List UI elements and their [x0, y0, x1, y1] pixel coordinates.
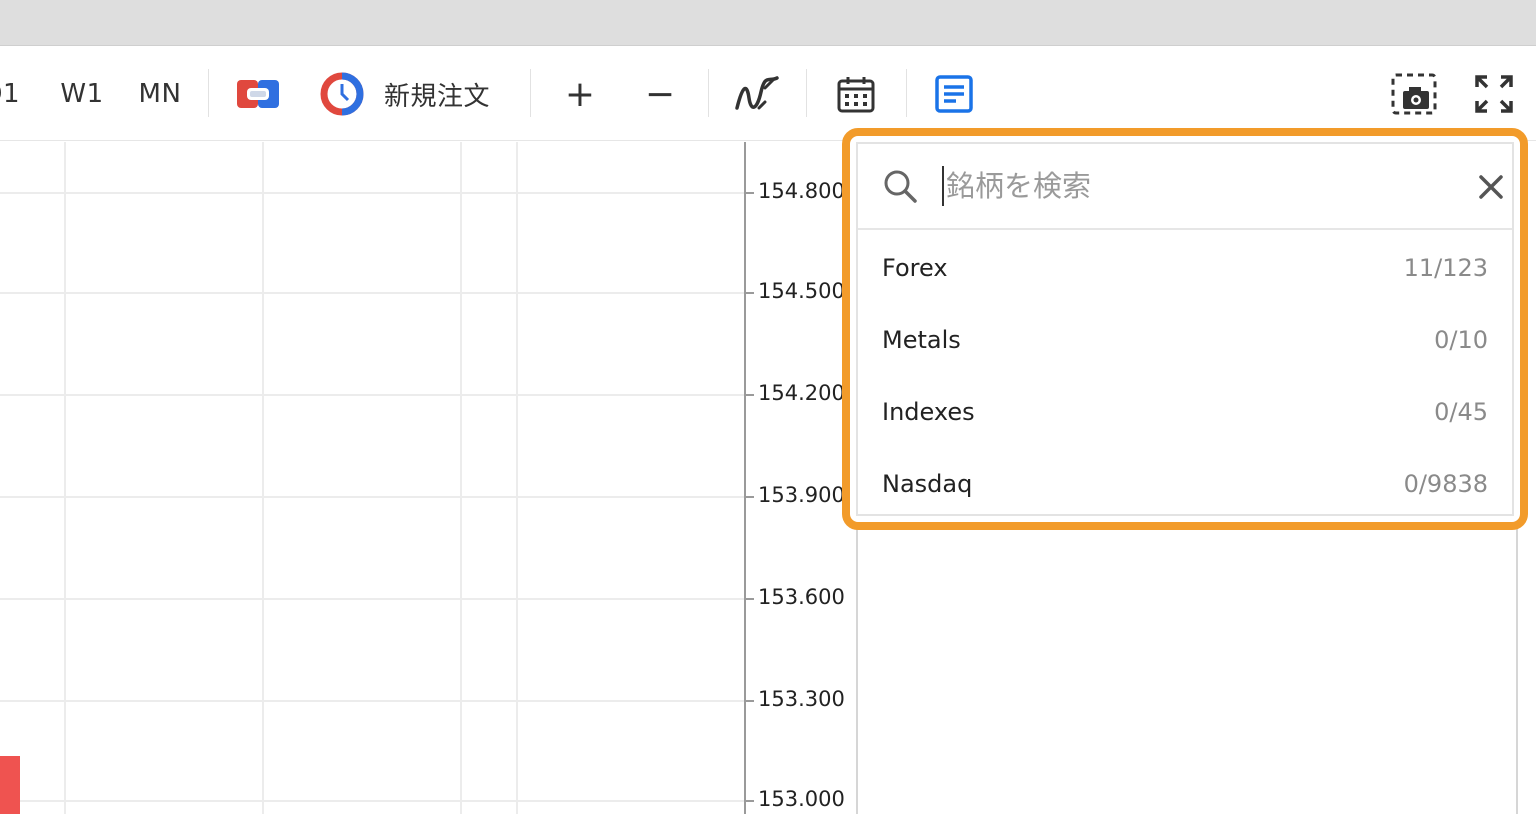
price-label: 153.300	[758, 687, 845, 711]
search-row	[858, 144, 1512, 230]
indicator-icon	[735, 76, 779, 110]
fullscreen-icon	[1475, 75, 1513, 113]
category-item-nasdaq[interactable]: Nasdaq 0/9838	[858, 448, 1512, 520]
grid-line	[0, 292, 745, 294]
category-name: Forex	[882, 254, 948, 282]
axis-tick	[746, 598, 754, 600]
fullscreen-button[interactable]	[1468, 47, 1520, 141]
grid-line	[0, 800, 745, 802]
timeframe-mn-button[interactable]: MN	[132, 47, 188, 141]
symbol-search-box: Forex 11/123 Metals 0/10 Indexes 0/45 Na…	[856, 142, 1514, 516]
grid-line	[516, 142, 518, 814]
indicators-button[interactable]	[730, 47, 784, 141]
new-order-icon	[320, 72, 364, 116]
toolbar-divider	[906, 69, 907, 117]
timeframe-w1-button[interactable]: W1	[54, 47, 110, 141]
category-count: 11/123	[1403, 254, 1488, 282]
category-count: 0/9838	[1403, 470, 1488, 498]
axis-tick	[746, 800, 754, 802]
camera-icon	[1391, 73, 1437, 115]
price-axis[interactable]	[744, 142, 746, 814]
symbol-list-button[interactable]	[928, 47, 980, 141]
toolbar-divider	[208, 69, 209, 117]
axis-tick	[746, 292, 754, 294]
price-label: 153.900	[758, 483, 845, 507]
grid-line	[0, 700, 745, 702]
axis-tick	[746, 700, 754, 702]
timeframe-d1-button[interactable]: D1	[0, 47, 20, 141]
search-icon	[884, 170, 917, 203]
screenshot-button[interactable]	[1388, 47, 1440, 141]
toolbar-divider	[530, 69, 531, 117]
price-label: 153.000	[758, 787, 845, 811]
price-label: 154.200	[758, 381, 845, 405]
grid-line	[0, 496, 745, 498]
price-label: 153.600	[758, 585, 845, 609]
price-chart[interactable]: 154.800 154.500 154.200 153.900 153.600 …	[0, 142, 856, 814]
toolbar-divider	[708, 69, 709, 117]
category-list: Forex 11/123 Metals 0/10 Indexes 0/45 Na…	[858, 232, 1512, 520]
toolbar-divider	[806, 69, 807, 117]
zoom-out-button[interactable]: −	[634, 47, 686, 141]
chart-toolbar: D1 W1 MN 新規注文 + −	[0, 47, 1536, 141]
category-name: Metals	[882, 326, 961, 354]
symbol-search-input[interactable]	[942, 166, 1462, 206]
candle-bar	[0, 756, 20, 814]
axis-tick	[746, 192, 754, 194]
category-item-metals[interactable]: Metals 0/10	[858, 304, 1512, 376]
close-icon[interactable]	[1478, 174, 1504, 200]
symbol-search-popup: Forex 11/123 Metals 0/10 Indexes 0/45 Na…	[842, 128, 1528, 530]
window-title-bar	[0, 0, 1536, 46]
axis-tick	[746, 496, 754, 498]
price-label: 154.500	[758, 279, 845, 303]
category-name: Indexes	[882, 398, 975, 426]
one-click-trading-toggle[interactable]	[232, 47, 284, 141]
grid-line	[460, 142, 462, 814]
price-label: 154.800	[758, 179, 845, 203]
zoom-in-button[interactable]: +	[554, 47, 606, 141]
grid-line	[262, 142, 264, 814]
category-item-indexes[interactable]: Indexes 0/45	[858, 376, 1512, 448]
grid-line	[0, 192, 745, 194]
calendar-button[interactable]	[830, 47, 882, 141]
list-icon	[935, 75, 973, 113]
grid-line	[0, 394, 745, 396]
toggle-icon	[237, 80, 279, 108]
grid-line	[64, 142, 66, 814]
category-count: 0/10	[1434, 326, 1488, 354]
category-name: Nasdaq	[882, 470, 973, 498]
grid-line	[0, 598, 745, 600]
category-item-forex[interactable]: Forex 11/123	[858, 232, 1512, 304]
category-count: 0/45	[1434, 398, 1488, 426]
new-order-button[interactable]: 新規注文	[320, 47, 510, 141]
calendar-icon	[837, 77, 875, 113]
axis-tick	[746, 394, 754, 396]
